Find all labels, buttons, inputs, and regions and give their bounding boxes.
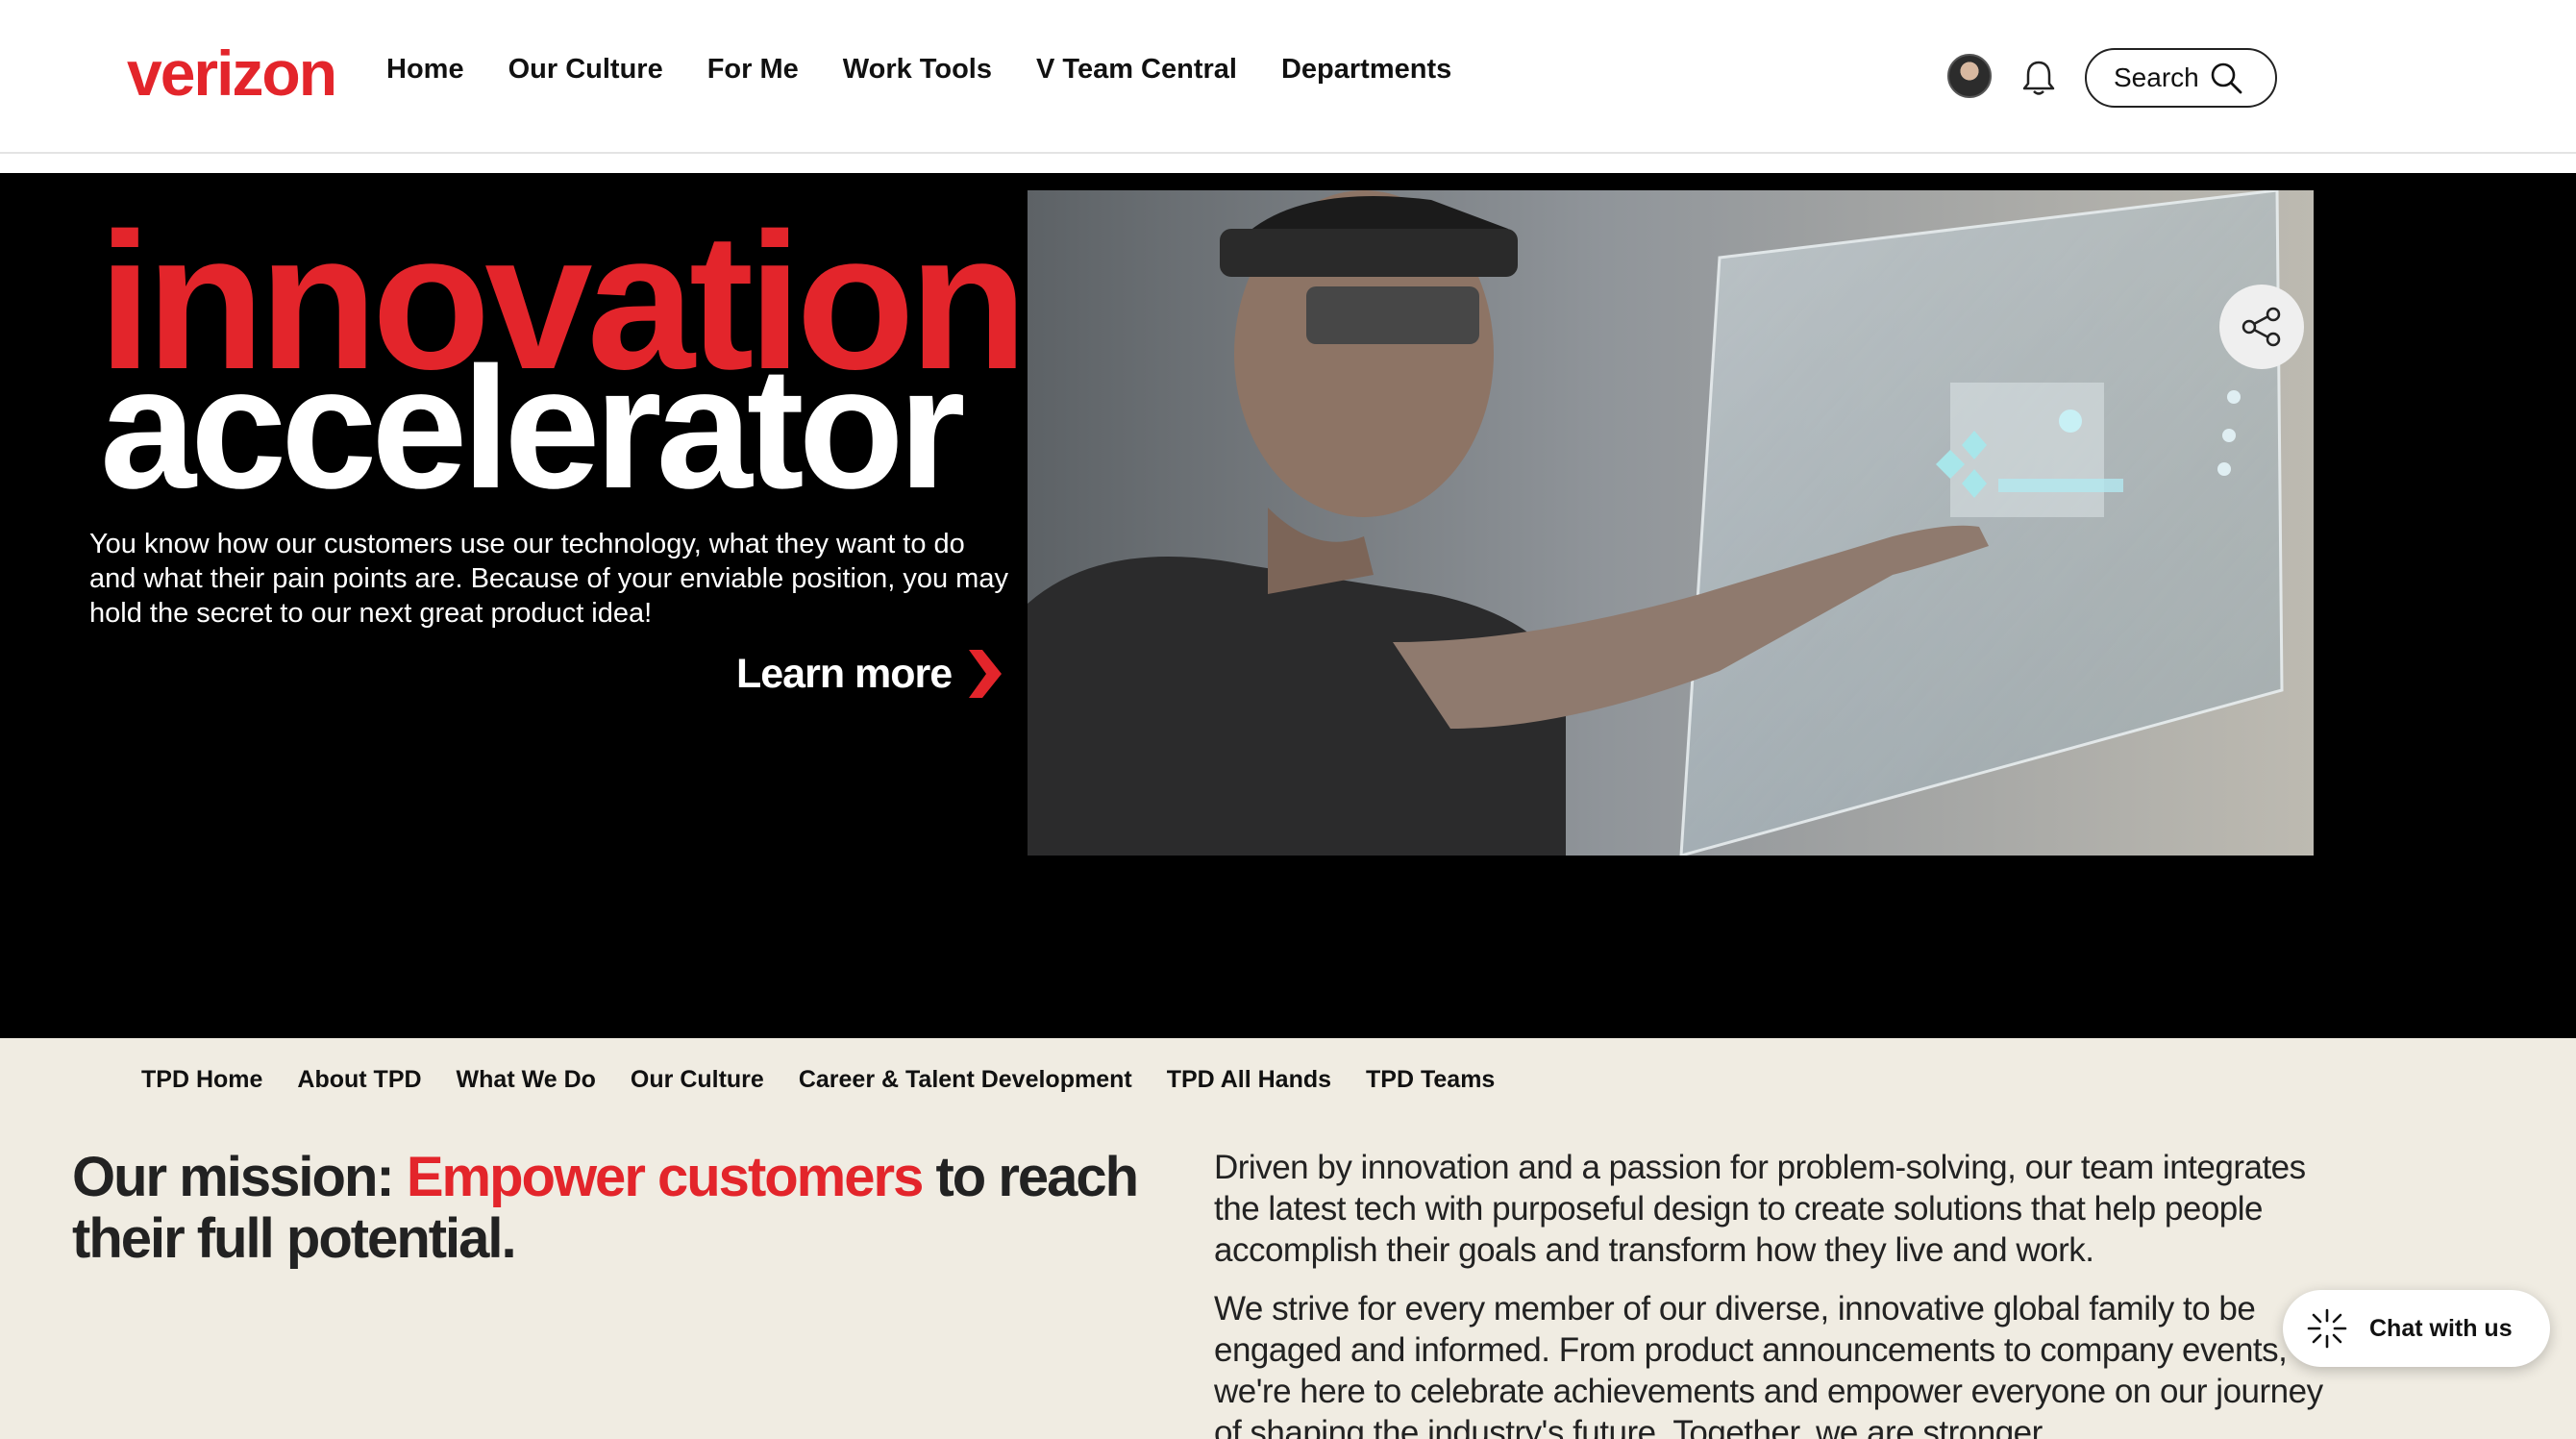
chevron-right-icon <box>969 650 1003 698</box>
subnav-item-career-talent[interactable]: Career & Talent Development <box>799 1066 1132 1094</box>
about-paragraph-1: Driven by innovation and a passion for p… <box>1214 1149 2306 1269</box>
top-navigation: verizon Home Our Culture For Me Work Too… <box>0 0 2576 154</box>
bell-icon[interactable] <box>2019 58 2058 98</box>
learn-more-label: Learn more <box>736 650 953 697</box>
nav-item-our-culture[interactable]: Our Culture <box>508 54 663 86</box>
nav-item-home[interactable]: Home <box>386 54 464 86</box>
mission-accent: Empower customers <box>406 1146 925 1208</box>
search-button[interactable]: Search <box>2085 48 2277 108</box>
subnav-item-tpd-home[interactable]: TPD Home <box>141 1066 262 1094</box>
nav-item-v-team-central[interactable]: V Team Central <box>1036 54 1237 86</box>
subnav-item-about-tpd[interactable]: About TPD <box>297 1066 421 1094</box>
hero-image <box>1028 190 2314 856</box>
nav-item-departments[interactable]: Departments <box>1281 54 1451 86</box>
nav-item-for-me[interactable]: For Me <box>707 54 799 86</box>
mission-prefix: Our mission: <box>72 1146 407 1208</box>
subnav-item-our-culture[interactable]: Our Culture <box>631 1066 764 1094</box>
nav-item-work-tools[interactable]: Work Tools <box>843 54 992 86</box>
hero-image-illustration <box>1028 190 2314 856</box>
subnav-item-what-we-do[interactable]: What We Do <box>457 1066 596 1094</box>
hero-description: You know how our customers use our techn… <box>89 529 1008 629</box>
chat-label: Chat with us <box>2369 1314 2513 1342</box>
mission-heading: Our mission: Empower customers to reach … <box>72 1147 1158 1270</box>
share-icon <box>2242 307 2281 347</box>
share-button[interactable] <box>2219 285 2304 369</box>
chat-with-us-button[interactable]: Chat with us <box>2283 1290 2550 1367</box>
main-nav: Home Our Culture For Me Work Tools V Tea… <box>386 54 1496 86</box>
verizon-logo[interactable]: verizon <box>127 37 337 110</box>
search-icon <box>2211 62 2242 94</box>
subnav-item-tpd-teams[interactable]: TPD Teams <box>1366 1066 1495 1094</box>
user-avatar[interactable] <box>1947 54 1992 98</box>
search-label: Search <box>2114 62 2199 92</box>
sparkle-icon <box>2307 1308 2347 1349</box>
about-paragraph-2: We strive for every member of our divers… <box>1214 1290 2323 1439</box>
hero-title-accelerator: accelerator <box>100 332 966 525</box>
tpd-subnav: TPD Home About TPD What We Do Our Cultur… <box>141 1066 1529 1094</box>
learn-more-link[interactable]: Learn more <box>736 646 1005 702</box>
subnav-item-tpd-all-hands[interactable]: TPD All Hands <box>1167 1066 1331 1094</box>
